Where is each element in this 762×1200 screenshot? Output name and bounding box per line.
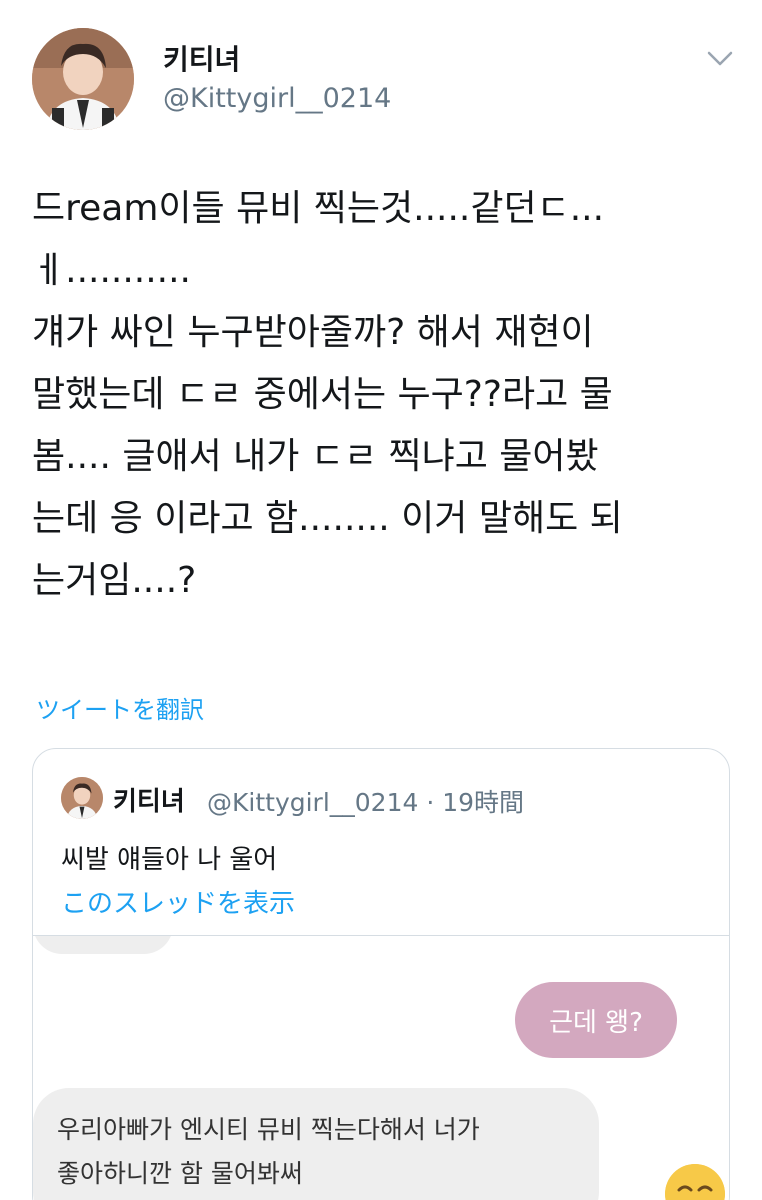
author-handle[interactable]: @Kittygirl__0214 bbox=[163, 83, 391, 114]
chat-bubble-partial bbox=[33, 936, 173, 954]
tweet-line: 걔가 싸인 누구받아줄까? 해서 재현이 bbox=[32, 312, 594, 353]
chevron-down-icon[interactable] bbox=[704, 44, 736, 72]
quoted-handle-time: @Kittygirl__0214 · 19時間 bbox=[207, 788, 525, 817]
author-avatar[interactable] bbox=[32, 28, 134, 130]
tweet-line: 말했는데 ㄷㄹ 중에서는 누구??라고 물 bbox=[32, 374, 613, 415]
chat-bubble-received: 우리아빠가 엔시티 뮤비 찍는다해서 너가 좋아하니깐 함 물어봐써 bbox=[33, 1088, 599, 1200]
quoted-chat-screenshot[interactable]: 근데 왱? 우리아빠가 엔시티 뮤비 찍는다해서 너가 좋아하니깐 함 물어봐써 bbox=[33, 935, 729, 1200]
author-display-name[interactable]: 키티녀 bbox=[163, 38, 240, 78]
show-thread-link[interactable]: このスレッドを表示 bbox=[61, 883, 295, 920]
translate-tweet-link[interactable]: ツイートを翻訳 bbox=[36, 690, 204, 725]
tweet-line: 는거임....? bbox=[32, 560, 197, 601]
quoted-author-avatar bbox=[61, 777, 103, 819]
tweet-line: 는데 응 이라고 함........ 이거 말해도 되 bbox=[32, 498, 623, 539]
smiling-face-emoji-icon bbox=[665, 1164, 725, 1200]
chat-line: 우리아빠가 엔시티 뮤비 찍는다해서 너가 bbox=[57, 1115, 480, 1144]
avatar-photo bbox=[32, 28, 134, 130]
quoted-tweet-text: 씨발 얘들아 나 울어 bbox=[61, 845, 278, 875]
quoted-display-name: 키티녀 bbox=[113, 787, 185, 817]
chat-line: 좋아하니깐 함 물어봐써 bbox=[57, 1159, 303, 1188]
tweet-screen: 키티녀 @Kittygirl__0214 드ream이들 뮤비 찍는것.....… bbox=[0, 0, 762, 1200]
quoted-tweet-card[interactable]: 키티녀 @Kittygirl__0214 · 19時間 씨발 얘들아 나 울어 … bbox=[32, 748, 730, 1200]
tweet-line: 봄.... 글애서 내가 ㄷㄹ 찍냐고 물어봤 bbox=[32, 436, 599, 477]
tweet-text: 드ream이들 뮤비 찍는것.....같던ㄷ... ㅔ........... 걔… bbox=[32, 178, 732, 612]
tweet-line: 드ream이들 뮤비 찍는것.....같던ㄷ... bbox=[32, 188, 605, 229]
chat-bubble-sent: 근데 왱? bbox=[515, 982, 677, 1058]
tweet-line: ㅔ........... bbox=[32, 250, 191, 291]
quoted-avatar-photo bbox=[61, 777, 103, 819]
